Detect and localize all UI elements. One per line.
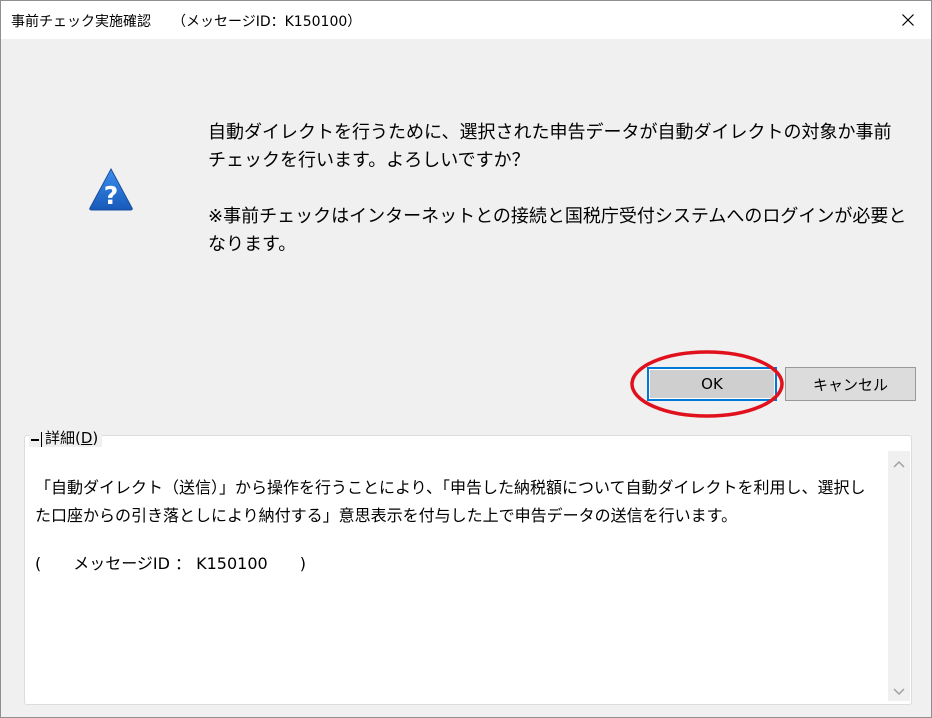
details-panel: 「自動ダイレクト（送信）」から操作を行うことにより、「申告した納税額について自動… — [24, 435, 912, 705]
ok-button[interactable]: OK — [647, 367, 777, 401]
message-line-1: 自動ダイレクトを行うために、選択された申告データが自動ダイレクトの対象か事前チェ… — [208, 122, 892, 171]
message-line-2: ※事前チェックはインターネットとの接続と国税庁受付システムへのログインが必要とな… — [208, 206, 907, 255]
details-label[interactable]: 詳細(D) — [45, 427, 98, 448]
scroll-down-icon[interactable] — [893, 687, 905, 697]
window-title: 事前チェック実施確認 （メッセージID：K150100） — [11, 14, 362, 30]
details-toggle[interactable]: 詳細(D) — [29, 427, 103, 448]
question-icon: ? — [89, 167, 133, 211]
scroll-up-icon[interactable] — [893, 459, 905, 469]
dialog-window: 事前チェック実施確認 （メッセージID：K150100） ? 自動ダイレクトを行… — [0, 0, 932, 718]
close-icon — [902, 14, 914, 26]
title-bar: 事前チェック実施確認 （メッセージID：K150100） — [1, 1, 931, 39]
close-button[interactable] — [885, 1, 931, 39]
message-text: 自動ダイレクトを行うために、選択された申告データが自動ダイレクトの対象か事前チェ… — [208, 119, 908, 259]
cancel-button[interactable]: キャンセル — [785, 367, 916, 401]
collapse-icon[interactable] — [29, 430, 42, 447]
details-text-2: ( メッセージID ： K150100 ) — [35, 554, 306, 573]
details-text: 「自動ダイレクト（送信）」から操作を行うことにより、「申告した納税額について自動… — [35, 474, 875, 578]
details-scrollbar[interactable] — [888, 451, 910, 701]
svg-text:?: ? — [104, 181, 119, 210]
details-text-1: 「自動ダイレクト（送信）」から操作を行うことにより、「申告した納税額について自動… — [35, 478, 866, 525]
